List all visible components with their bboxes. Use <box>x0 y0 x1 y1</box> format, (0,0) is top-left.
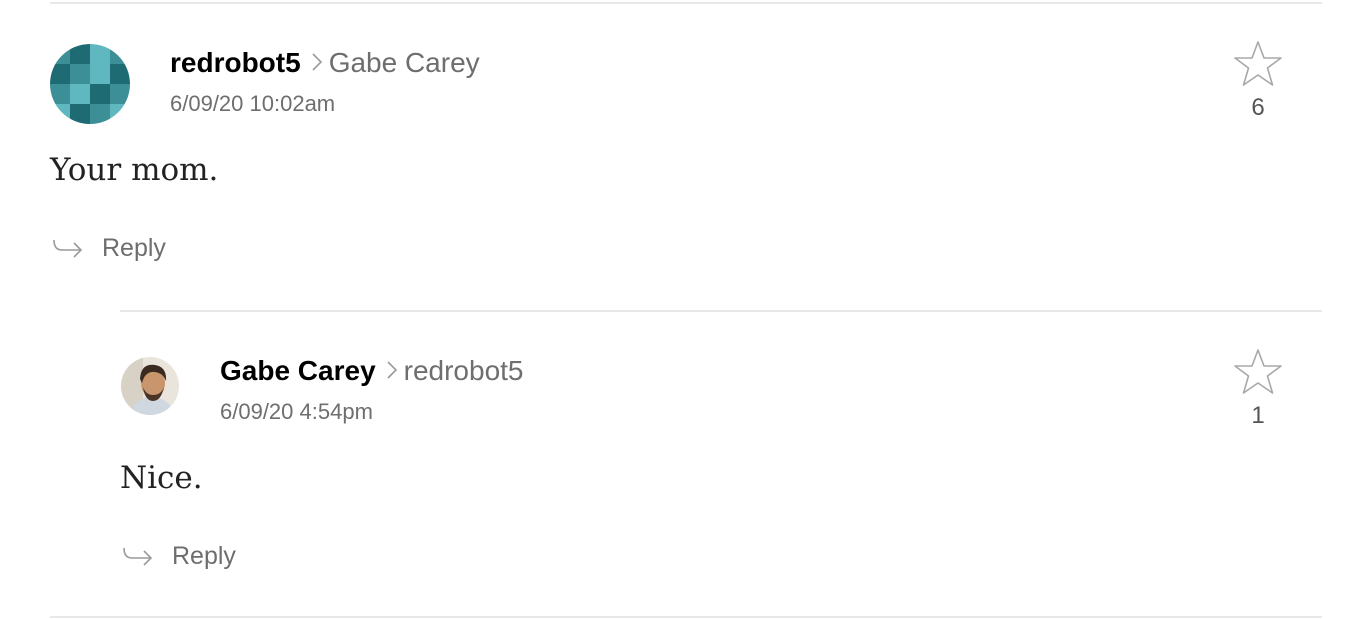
avatar[interactable] <box>121 357 179 415</box>
chevron-right-icon <box>312 53 322 71</box>
star-rating: 6 <box>1228 40 1288 122</box>
author-name[interactable]: redrobot5 <box>170 47 301 78</box>
pixel-identicon-avatar-icon <box>50 44 130 124</box>
star-rating: 1 <box>1228 348 1288 430</box>
profile-photo-avatar-icon <box>121 357 179 415</box>
reply-to-name[interactable]: Gabe Carey <box>329 47 480 78</box>
reply-arrow-icon <box>53 239 83 258</box>
reply-label: Reply <box>102 234 166 262</box>
thread-divider <box>120 310 1322 312</box>
reply-to-name[interactable]: redrobot5 <box>404 355 524 386</box>
reply-arrow-icon <box>123 547 153 566</box>
star-icon[interactable] <box>1233 348 1283 396</box>
reply-label: Reply <box>172 542 236 570</box>
reply-button[interactable]: Reply <box>52 234 166 263</box>
bottom-divider <box>50 616 1322 618</box>
timestamp[interactable]: 6/09/20 4:54pm <box>220 398 373 426</box>
author-name[interactable]: Gabe Carey <box>220 355 376 386</box>
reply-button[interactable]: Reply <box>122 542 236 571</box>
avatar[interactable] <box>50 44 130 124</box>
comment-header: redrobot5 Gabe Carey <box>170 46 480 80</box>
comment-body: Nice. <box>120 460 203 496</box>
comment-body: Your mom. <box>50 152 219 188</box>
star-count: 6 <box>1251 94 1265 121</box>
comment-header: Gabe Carey redrobot5 <box>220 354 524 388</box>
star-icon[interactable] <box>1233 40 1283 88</box>
top-divider <box>50 2 1322 4</box>
star-count: 1 <box>1251 402 1265 429</box>
timestamp[interactable]: 6/09/20 10:02am <box>170 90 335 118</box>
chevron-right-icon <box>387 361 397 379</box>
